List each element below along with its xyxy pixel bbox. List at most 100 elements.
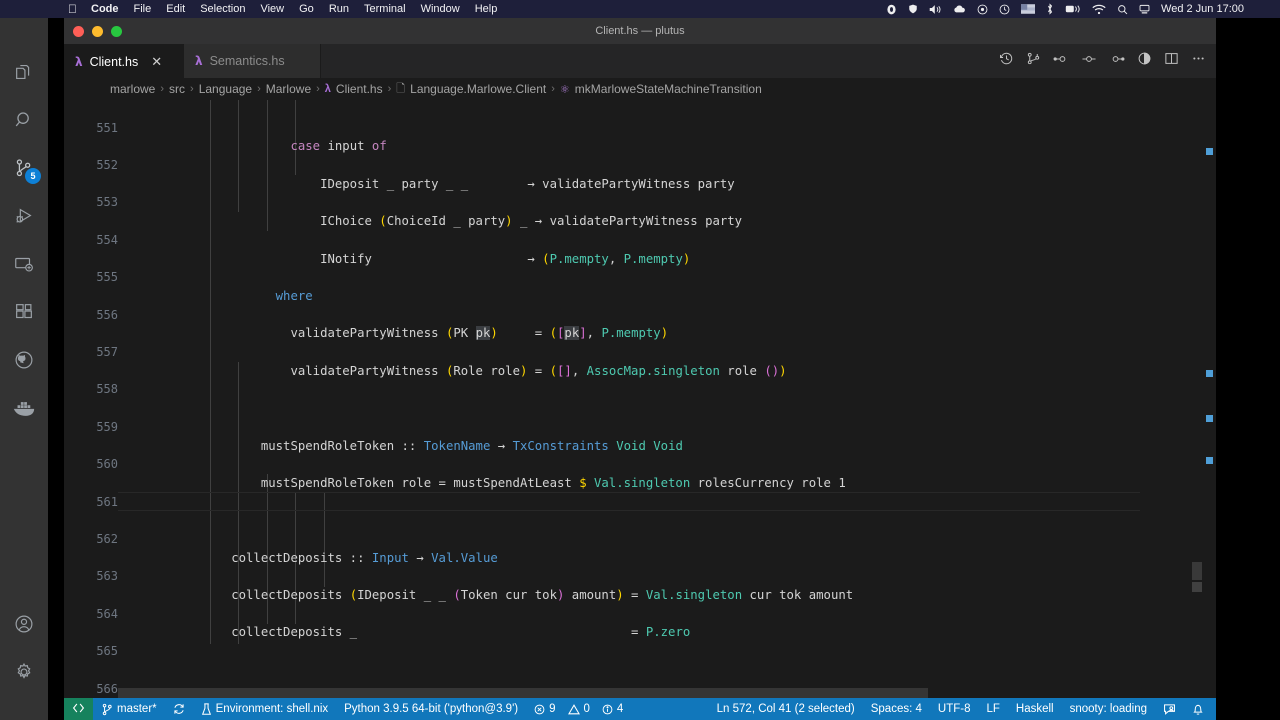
sidebar-item-explorer[interactable] [0,48,48,96]
maximize-window-button[interactable] [111,26,122,37]
sidebar-item-search[interactable] [0,96,48,144]
remote-indicator[interactable] [64,698,93,720]
code-editor[interactable]: 551 case input of 552 IDeposit _ party _… [64,100,1216,698]
sidebar-item-extensions[interactable] [0,288,48,336]
code-lines[interactable]: 551 case input of 552 IDeposit _ party _… [64,100,1216,698]
indentation-label: Spaces: 4 [871,703,922,715]
status-notifications[interactable] [1184,703,1216,716]
status-encoding[interactable]: UTF-8 [930,703,979,715]
code-line[interactable]: 558 [64,362,1216,381]
menu-run[interactable]: Run [329,3,349,15]
breadcrumb-label: Language.Marlowe.Client [410,82,546,96]
error-count: 9 [549,703,555,715]
wifi-icon[interactable] [1092,4,1106,15]
commit-prev-icon[interactable] [1053,52,1069,71]
menu-selection[interactable]: Selection [200,3,245,15]
code-line[interactable]: 554 INotify → (P.mempty, P.mempty) [64,212,1216,231]
status-feedback[interactable] [1155,703,1184,716]
close-window-button[interactable] [73,26,84,37]
menu-terminal[interactable]: Terminal [364,3,406,15]
breadcrumb-label: marlowe [110,82,155,96]
breadcrumb-item-language[interactable]: Language › [199,82,261,96]
history-icon[interactable] [999,51,1014,71]
code-line[interactable]: 564 collectDeposits _ = P.zero [64,586,1216,605]
menu-edit[interactable]: Edit [166,3,185,15]
control-center-icon[interactable] [1139,4,1150,15]
macos-clock[interactable]: Wed 2 Jun 17:00 [1161,3,1244,15]
status-language-mode[interactable]: Haskell [1008,703,1062,715]
remote-icon [72,702,85,717]
horizontal-scrollbar[interactable] [118,688,928,698]
menu-window[interactable]: Window [421,3,460,15]
sidebar-item-github[interactable] [0,336,48,384]
code-line[interactable]: 551 case input of [64,100,1216,119]
menu-file[interactable]: File [134,3,152,15]
status-cursor-position[interactable]: Ln 572, Col 41 (2 selected) [709,703,863,715]
tab-semantics-hs[interactable]: λ Semantics.hs ✕ [184,44,321,78]
breadcrumb-item-symbol[interactable]: ⚛ mkMarloweStateMachineTransition [560,82,762,96]
code-line[interactable]: 555 where [64,250,1216,269]
menu-code[interactable]: Code [91,3,119,15]
record-circle-icon[interactable] [977,4,988,15]
breadcrumb-item-module[interactable]: 🗋 Language.Marlowe.Client › [396,80,555,99]
code-line[interactable]: 566 payoutContraints :: [Payment] → TxCo… [64,661,1216,680]
code-line[interactable]: 557 validatePartyWitness (Role role) = (… [64,324,1216,343]
code-line[interactable]: 552 IDeposit _ party _ _ → validateParty… [64,137,1216,156]
branch-name: master* [117,703,157,715]
code-line[interactable]: 553 IChoice (ChoiceId _ party) _ → valid… [64,175,1216,194]
status-environment[interactable]: Environment: shell.nix [193,703,337,716]
commit-current-icon[interactable] [1081,52,1097,71]
sidebar-item-run-and-debug[interactable] [0,192,48,240]
status-eol[interactable]: LF [978,703,1007,715]
compare-changes-icon[interactable] [1026,51,1041,71]
chevron-right-icon: › [257,83,261,95]
menu-help[interactable]: Help [475,3,498,15]
code-line[interactable]: 556 validatePartyWitness (PK pk) = ([pk]… [64,287,1216,306]
breadcrumb-item-marlowe-dir[interactable]: Marlowe › [266,82,320,96]
sidebar-item-docker[interactable] [0,384,48,432]
commit-next-icon[interactable] [1109,52,1125,71]
breadcrumb-label: mkMarloweStateMachineTransition [575,82,762,96]
split-editor-icon[interactable] [1164,51,1179,71]
menu-go[interactable]: Go [299,3,314,15]
cloud-icon[interactable] [953,4,966,15]
shield-circle-icon[interactable] [886,4,897,15]
bluetooth-icon[interactable] [1046,3,1054,15]
shield-icon[interactable] [908,3,918,15]
sidebar-item-manage-settings[interactable] [0,648,48,696]
code-line[interactable]: 565 [64,623,1216,642]
tab-client-hs[interactable]: λ Client.hs ✕ [64,44,184,78]
vertical-scrollbar-thumb[interactable] [1192,582,1202,592]
apple-logo-icon[interactable]:  [68,3,77,15]
code-line[interactable]: 563 collectDeposits (IDeposit _ _ (Token… [64,549,1216,568]
sidebar-item-accounts[interactable] [0,600,48,648]
breadcrumb-item-marlowe[interactable]: marlowe › [110,82,164,96]
status-python[interactable]: Python 3.9.5 64-bit ('python@3.9') [336,703,526,715]
line-number: 557 [64,343,118,362]
sidebar-item-source-control[interactable]: 5 [0,144,48,192]
more-actions-icon[interactable] [1191,51,1206,71]
overview-ruler[interactable] [1202,100,1216,698]
clock-icon[interactable] [999,4,1010,15]
minimize-window-button[interactable] [92,26,103,37]
sidebar-item-remote-explorer[interactable] [0,240,48,288]
code-line[interactable]: 561 [64,474,1216,493]
volume-icon[interactable] [929,4,942,15]
sound-wave-icon[interactable] [1065,4,1081,14]
toggle-blame-icon[interactable] [1137,51,1152,71]
menu-view[interactable]: View [260,3,284,15]
code-line[interactable]: 560 mustSpendRoleToken role = mustSpendA… [64,436,1216,455]
search-icon[interactable] [1117,4,1128,15]
status-sync[interactable] [165,703,193,715]
status-snooty[interactable]: snooty: loading [1062,703,1155,715]
status-problems[interactable]: 9 0 4 [526,703,631,715]
status-branch[interactable]: master* [93,703,165,716]
flag-icon[interactable] [1021,4,1035,14]
vertical-scrollbar[interactable] [1192,562,1202,580]
status-indentation[interactable]: Spaces: 4 [863,703,930,715]
code-line[interactable]: 559 mustSpendRoleToken :: TokenName → Tx… [64,399,1216,418]
breadcrumb-item-client-hs[interactable]: λ Client.hs › [325,82,391,96]
code-line[interactable]: 562 collectDeposits :: Input → Val.Value [64,511,1216,530]
breadcrumb-item-src[interactable]: src › [169,82,194,96]
close-icon[interactable]: ✕ [151,55,162,68]
